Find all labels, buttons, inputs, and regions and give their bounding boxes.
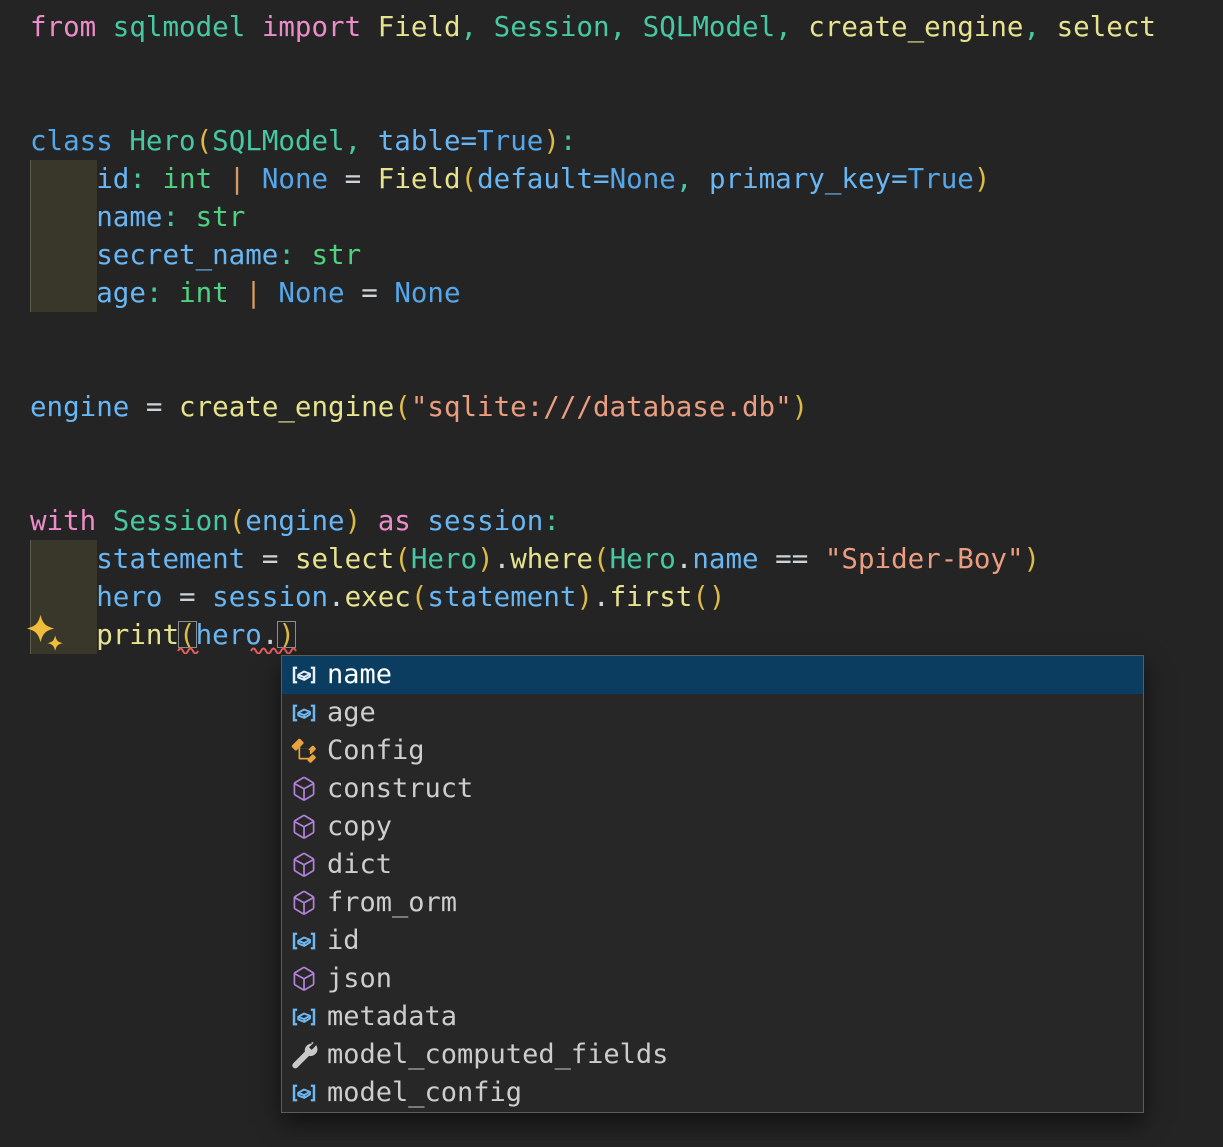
symbol-field-icon	[289, 660, 319, 690]
suggestion-label: copy	[327, 811, 393, 842]
suggestion-label: id	[327, 925, 360, 956]
suggestion-label: json	[327, 963, 393, 994]
code-line-5: id: int | None = Field(default=None, pri…	[96, 163, 991, 195]
error-squiggle	[250, 647, 297, 654]
suggestion-item-age[interactable]: age	[282, 694, 1143, 732]
suggestion-label: Config	[327, 735, 425, 766]
suggestion-item-id[interactable]: id	[282, 922, 1143, 960]
code-line-11: engine = create_engine("sqlite:///databa…	[30, 391, 809, 423]
symbol-field-icon	[289, 926, 319, 956]
symbol-field-icon	[289, 1078, 319, 1108]
suggestion-item-model_config[interactable]: model_config	[282, 1074, 1143, 1112]
suggestion-label: construct	[327, 773, 474, 804]
copilot-sparkle-icon[interactable]	[24, 612, 68, 656]
suggestion-label: metadata	[327, 1001, 458, 1032]
suggestion-label: dict	[327, 849, 393, 880]
code-line-16: hero = session.exec(statement).first()	[96, 581, 726, 613]
symbol-property-icon	[289, 1040, 319, 1070]
suggestion-label: model_computed_fields	[327, 1039, 669, 1070]
suggestion-item-Config[interactable]: Config	[282, 732, 1143, 770]
code-line-1: from sqlmodel import Field, Session, SQL…	[30, 11, 1156, 43]
suggestion-item-json[interactable]: json	[282, 960, 1143, 998]
suggestion-label: model_config	[327, 1077, 523, 1108]
suggestion-item-from_orm[interactable]: from_orm	[282, 884, 1143, 922]
symbol-method-icon	[289, 850, 319, 880]
suggestion-item-metadata[interactable]: metadata	[282, 998, 1143, 1036]
code-line-7: secret_name: str	[96, 239, 362, 271]
code-line-6: name: str	[96, 201, 246, 233]
symbol-method-icon	[289, 964, 319, 994]
code-line-15: statement = select(Hero).where(Hero.name…	[96, 543, 1041, 575]
editor-viewport: { "editor": { "background": "#242424", "…	[0, 0, 1223, 1147]
suggestion-label: from_orm	[327, 887, 458, 918]
code-line-14: with Session(engine) as session:	[30, 505, 560, 537]
error-squiggle	[177, 647, 199, 654]
code-line-4: class Hero(SQLModel, table=True):	[30, 125, 577, 157]
suggestion-label: age	[327, 697, 376, 728]
suggestion-item-copy[interactable]: copy	[282, 808, 1143, 846]
suggestion-item-name[interactable]: name	[282, 656, 1143, 694]
symbol-field-icon	[289, 698, 319, 728]
code-line-8: age: int | None = None	[96, 277, 461, 309]
suggestion-item-construct[interactable]: construct	[282, 770, 1143, 808]
symbol-method-icon	[289, 812, 319, 842]
suggestion-item-model_computed_fields[interactable]: model_computed_fields	[282, 1036, 1143, 1074]
symbol-method-icon	[289, 888, 319, 918]
suggestion-item-dict[interactable]: dict	[282, 846, 1143, 884]
autocomplete-popup: name age Config construct copy dict from_ormid…	[281, 655, 1144, 1113]
symbol-field-icon	[289, 1002, 319, 1032]
suggestion-label: name	[327, 659, 393, 690]
symbol-class-icon	[289, 736, 319, 766]
symbol-method-icon	[289, 774, 319, 804]
